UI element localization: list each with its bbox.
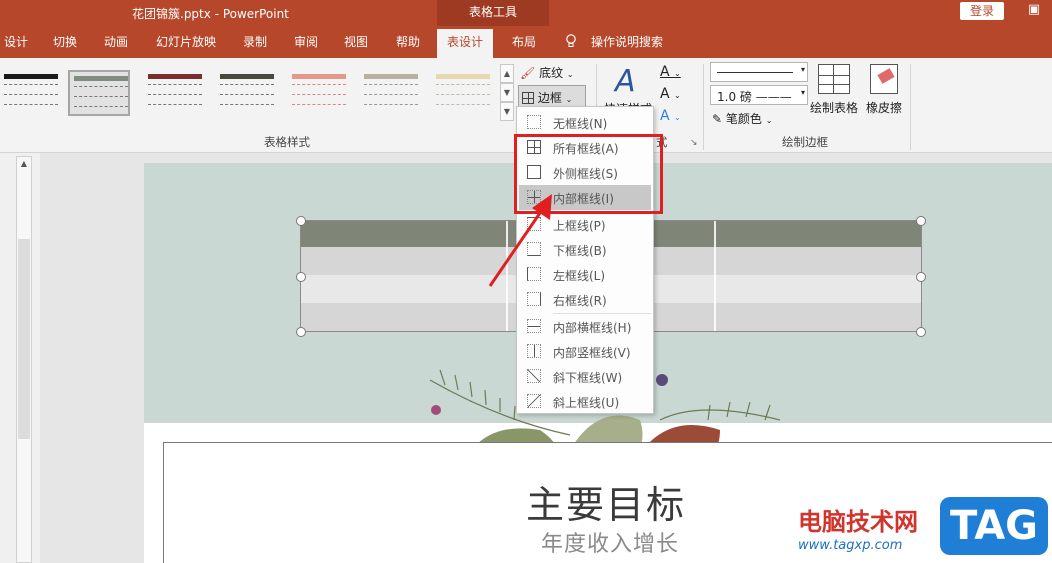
borders-button[interactable]: 边框 ⌄ <box>518 85 586 107</box>
gallery-scroll[interactable]: ▲ ▼ ▼ <box>500 64 514 122</box>
tab-help[interactable]: 帮助 <box>396 32 420 58</box>
tell-me-search[interactable]: 操作说明搜索 <box>591 32 663 58</box>
draw-table-label[interactable]: 绘制表格 <box>810 99 858 116</box>
borders-icon <box>522 92 534 104</box>
paint-bucket-icon: 🖌 <box>520 66 536 80</box>
chevron-down-icon: ⌄ <box>565 95 573 104</box>
tab-layout[interactable]: 布局 <box>512 32 536 58</box>
table-style-6[interactable] <box>360 70 422 116</box>
quick-styles-icon[interactable]: A <box>615 64 636 99</box>
chevron-down-icon: ▾ <box>800 65 805 74</box>
tab-record[interactable]: 录制 <box>243 32 267 58</box>
chevron-down-icon: ▾ <box>800 88 805 97</box>
right-border-icon <box>527 292 541 306</box>
tab-slideshow[interactable]: 幻灯片放映 <box>156 32 216 58</box>
resize-handle[interactable] <box>296 327 306 337</box>
chevron-down-icon: ⌄ <box>765 116 773 125</box>
tab-table-design[interactable]: 表设计 <box>437 29 494 58</box>
shading-label: 底纹 <box>539 66 564 80</box>
draw-borders-group-label: 绘制边框 <box>782 135 828 149</box>
text-outline-icon[interactable]: A ⌄ <box>660 86 681 102</box>
resize-handle[interactable] <box>916 216 926 226</box>
window-title: 花团锦簇.pptx - PowerPoint <box>132 7 289 21</box>
gallery-down-icon[interactable]: ▼ <box>500 83 514 102</box>
tab-review[interactable]: 审阅 <box>294 32 318 58</box>
shading-button[interactable]: 🖌 底纹 ⌄ <box>520 64 574 81</box>
slide-title[interactable]: 主要目标 <box>526 474 686 529</box>
menu-item-no-border[interactable]: 无框线(N) <box>519 110 651 135</box>
no-border-icon <box>527 115 541 129</box>
inside-horizontal-border-icon <box>527 319 541 333</box>
text-effects-icon[interactable]: A ⌄ <box>660 108 681 124</box>
watermark-badge: TAG <box>940 497 1048 555</box>
tab-view[interactable]: 视图 <box>344 32 368 58</box>
red-arrow-icon <box>488 194 552 287</box>
eraser-icon[interactable] <box>870 64 898 94</box>
table-style-5[interactable] <box>288 70 350 116</box>
resize-handle[interactable] <box>296 272 306 282</box>
menu-item-inside-vertical[interactable]: 内部竖框线(V) <box>519 339 651 364</box>
pen-weight-value: 1.0 磅 <box>717 90 752 104</box>
dialog-launcher-icon[interactable]: ↘ <box>690 138 698 148</box>
resize-handle[interactable] <box>296 216 306 226</box>
table-style-4[interactable] <box>216 70 278 116</box>
scroll-thumb[interactable] <box>18 239 30 439</box>
resize-handle[interactable] <box>916 272 926 282</box>
ribbon-tabs: 设计 切换 动画 幻灯片放映 录制 审阅 视图 帮助 表设计 布局 操作说明搜索 <box>0 26 1052 58</box>
pen-icon: ✎ <box>712 112 723 126</box>
table-style-7[interactable] <box>432 70 494 116</box>
draw-table-icon[interactable] <box>818 64 850 94</box>
borders-label: 边框 <box>537 91 562 105</box>
menu-item-inside-horizontal[interactable]: 内部横框线(H) <box>519 314 651 339</box>
gallery-more-icon[interactable]: ▼ <box>500 102 514 121</box>
eraser-label[interactable]: 橡皮擦 <box>866 99 902 116</box>
pen-color-label: 笔颜色 <box>725 112 762 126</box>
table-style-2[interactable] <box>68 70 130 116</box>
watermark-url: www.tagxp.com <box>798 538 903 553</box>
pen-weight-select[interactable]: 1.0 磅 ——— ▾ <box>710 85 808 105</box>
tab-animations[interactable]: 动画 <box>104 32 128 58</box>
title-bar: 花团锦簇.pptx - PowerPoint 表格工具 登录 ▣ <box>0 0 1052 26</box>
pen-style-select[interactable]: ▾ <box>710 62 808 82</box>
inside-vertical-border-icon <box>527 344 541 358</box>
diagonal-up-border-icon <box>527 394 541 408</box>
login-button[interactable]: 登录 <box>960 2 1004 20</box>
table-styles-group-label: 表格样式 <box>264 135 310 149</box>
chevron-down-icon: ⌄ <box>566 70 574 79</box>
tab-transitions[interactable]: 切换 <box>53 32 77 58</box>
menu-item-diagonal-down[interactable]: 斜下框线(W) <box>519 364 651 389</box>
table-style-1[interactable] <box>0 70 62 116</box>
pen-color-button[interactable]: ✎ 笔颜色 ⌄ <box>712 110 772 127</box>
gallery-up-icon[interactable]: ▲ <box>500 64 514 83</box>
scroll-up-icon[interactable]: ▲ <box>17 157 31 171</box>
context-tab-group-label: 表格工具 <box>437 0 549 26</box>
menu-item-diagonal-up[interactable]: 斜上框线(U) <box>519 389 651 414</box>
text-fill-icon[interactable]: A ⌄ <box>660 64 681 80</box>
vertical-scrollbar[interactable]: ▲ <box>16 156 32 563</box>
tab-design[interactable]: 设计 <box>4 32 28 58</box>
lightbulb-icon <box>566 34 576 47</box>
watermark-text: 电脑技术网 <box>798 508 918 536</box>
table-style-3[interactable] <box>144 70 206 116</box>
resize-handle[interactable] <box>916 327 926 337</box>
ribbon-display-options-icon[interactable]: ▣ <box>1024 2 1044 20</box>
diagonal-down-border-icon <box>527 369 541 383</box>
slide-subtitle[interactable]: 年度收入增长 <box>541 526 679 558</box>
